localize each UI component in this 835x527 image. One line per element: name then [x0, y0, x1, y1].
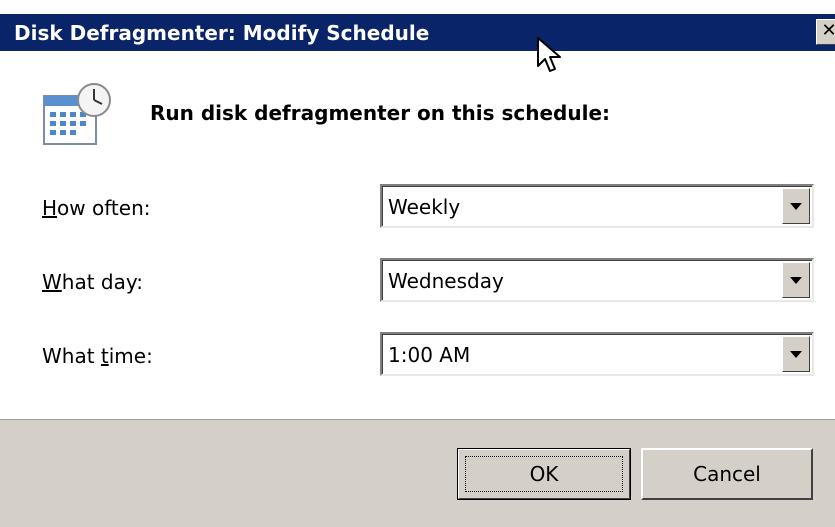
how-often-mnemonic: H [42, 196, 58, 220]
focus-rectangle [465, 456, 623, 492]
what-time-label-prefix: What [42, 344, 101, 368]
what-time-value: 1:00 AM [388, 343, 471, 367]
what-time-select[interactable]: 1:00 AM [380, 332, 814, 376]
cancel-button-label: Cancel [693, 462, 761, 486]
what-day-mnemonic: W [42, 270, 62, 294]
how-often-label: How often: [42, 195, 150, 221]
calendar-clock-icon [43, 83, 111, 145]
what-time-label: What time: [42, 343, 153, 369]
mouse-pointer-icon [537, 37, 561, 72]
what-day-select[interactable]: Wednesday [380, 258, 814, 302]
ok-button[interactable]: OK [457, 448, 631, 500]
what-time-label-text: ime: [108, 344, 153, 368]
what-day-value: Wednesday [388, 269, 504, 293]
title-bar[interactable]: Disk Defragmenter: Modify Schedule ✕ [0, 14, 835, 51]
chevron-down-icon[interactable] [782, 188, 810, 224]
chevron-down-icon[interactable] [782, 262, 810, 298]
close-button[interactable]: ✕ [816, 19, 835, 45]
how-often-value: Weekly [388, 195, 461, 219]
window-title: Disk Defragmenter: Modify Schedule [14, 21, 430, 45]
chevron-down-icon[interactable] [782, 336, 810, 372]
what-time-mnemonic: t [100, 344, 109, 368]
close-icon: ✕ [821, 20, 835, 41]
schedule-headline: Run disk defragmenter on this schedule: [150, 101, 611, 125]
what-day-label: What day: [42, 269, 143, 295]
how-often-select[interactable]: Weekly [380, 184, 814, 228]
what-day-label-text: hat day: [61, 270, 143, 294]
cancel-button[interactable]: Cancel [641, 448, 813, 500]
how-often-label-text: ow often: [57, 196, 151, 220]
